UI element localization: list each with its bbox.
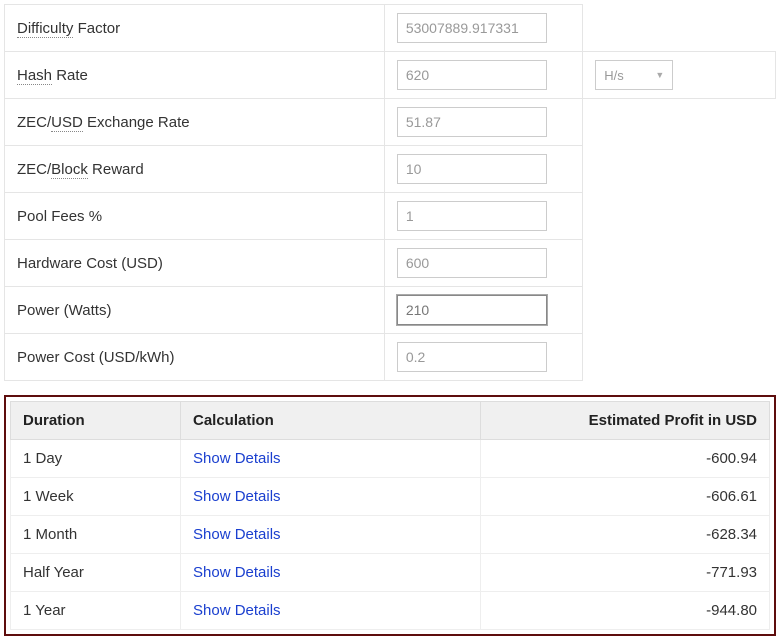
header-calculation: Calculation	[181, 402, 481, 440]
table-row: 1 YearShow Details-944.80	[11, 592, 770, 630]
form-extra-cell	[583, 146, 776, 193]
form-label: Power Cost (USD/kWh)	[5, 334, 385, 381]
label-text: ZEC/	[17, 114, 51, 131]
form-label: Power (Watts)	[5, 287, 385, 334]
label-text-dotted: Block	[51, 161, 88, 179]
label-text-dotted: Difficulty	[17, 20, 73, 38]
form-input-cell	[384, 99, 582, 146]
label-text: Rate	[52, 67, 88, 84]
form-label: ZEC/Block Reward	[5, 146, 385, 193]
label-text: Exchange Rate	[83, 114, 190, 131]
form-input-cell	[384, 146, 582, 193]
form-extra-cell	[583, 193, 776, 240]
table-row: Half YearShow Details-771.93	[11, 554, 770, 592]
profit-cell: -628.34	[481, 516, 770, 554]
form-label: Hardware Cost (USD)	[5, 240, 385, 287]
form-label: ZEC/USD Exchange Rate	[5, 99, 385, 146]
value-input[interactable]	[397, 201, 547, 231]
value-input[interactable]	[397, 342, 547, 372]
form-extra-cell	[583, 5, 776, 52]
duration-cell: 1 Month	[11, 516, 181, 554]
label-text: ZEC/	[17, 161, 51, 178]
duration-cell: Half Year	[11, 554, 181, 592]
label-text: Factor	[73, 20, 120, 37]
form-row: Hash Rate H/s ▼	[5, 52, 776, 99]
show-details-link[interactable]: Show Details	[181, 554, 481, 592]
label-text-dotted: Hash	[17, 67, 52, 85]
form-label: Difficulty Factor	[5, 5, 385, 52]
results-table: Duration Calculation Estimated Profit in…	[10, 401, 770, 630]
profit-cell: -944.80	[481, 592, 770, 630]
form-input-cell	[384, 5, 582, 52]
value-input[interactable]	[397, 107, 547, 137]
form-extra-cell: H/s ▼	[583, 52, 776, 99]
duration-cell: 1 Week	[11, 478, 181, 516]
form-input-cell	[384, 193, 582, 240]
form-input-cell	[384, 334, 582, 381]
show-details-link[interactable]: Show Details	[181, 592, 481, 630]
form-extra-cell	[583, 334, 776, 381]
results-panel: Duration Calculation Estimated Profit in…	[4, 395, 776, 636]
select-value: H/s	[604, 68, 624, 83]
value-input[interactable]	[397, 13, 547, 43]
show-details-link[interactable]: Show Details	[181, 440, 481, 478]
show-details-link[interactable]: Show Details	[181, 516, 481, 554]
duration-cell: 1 Day	[11, 440, 181, 478]
profit-cell: -606.61	[481, 478, 770, 516]
form-input-cell	[384, 240, 582, 287]
form-extra-cell	[583, 99, 776, 146]
form-input-cell	[384, 52, 582, 99]
header-duration: Duration	[11, 402, 181, 440]
form-input-cell	[384, 287, 582, 334]
table-row: 1 DayShow Details-600.94	[11, 440, 770, 478]
form-extra-cell	[583, 287, 776, 334]
label-text-dotted: USD	[51, 114, 83, 132]
header-profit: Estimated Profit in USD	[481, 402, 770, 440]
chevron-down-icon: ▼	[655, 70, 664, 80]
form-row: Pool Fees %	[5, 193, 776, 240]
label-text: Reward	[88, 161, 144, 178]
form-extra-cell	[583, 240, 776, 287]
form-row: ZEC/USD Exchange Rate	[5, 99, 776, 146]
profit-cell: -771.93	[481, 554, 770, 592]
form-row: Power Cost (USD/kWh)	[5, 334, 776, 381]
hashrate-unit-select[interactable]: H/s ▼	[595, 60, 673, 90]
form-label: Pool Fees %	[5, 193, 385, 240]
table-row: 1 WeekShow Details-606.61	[11, 478, 770, 516]
label-text: Hardware Cost (USD)	[17, 255, 163, 272]
form-row: Hardware Cost (USD)	[5, 240, 776, 287]
value-input[interactable]	[397, 60, 547, 90]
show-details-link[interactable]: Show Details	[181, 478, 481, 516]
value-input[interactable]	[397, 295, 547, 325]
label-text: Power (Watts)	[17, 302, 111, 319]
value-input[interactable]	[397, 154, 547, 184]
calculator-form-table: Difficulty FactorHash RateH/s▼ZEC/USD Ex…	[4, 4, 776, 381]
duration-cell: 1 Year	[11, 592, 181, 630]
table-row: 1 MonthShow Details-628.34	[11, 516, 770, 554]
form-row: Difficulty Factor	[5, 5, 776, 52]
value-input[interactable]	[397, 248, 547, 278]
label-text: Pool Fees %	[17, 208, 102, 225]
form-row: ZEC/Block Reward	[5, 146, 776, 193]
profit-cell: -600.94	[481, 440, 770, 478]
form-row: Power (Watts)	[5, 287, 776, 334]
label-text: Power Cost (USD/kWh)	[17, 349, 175, 366]
form-label: Hash Rate	[5, 52, 385, 99]
